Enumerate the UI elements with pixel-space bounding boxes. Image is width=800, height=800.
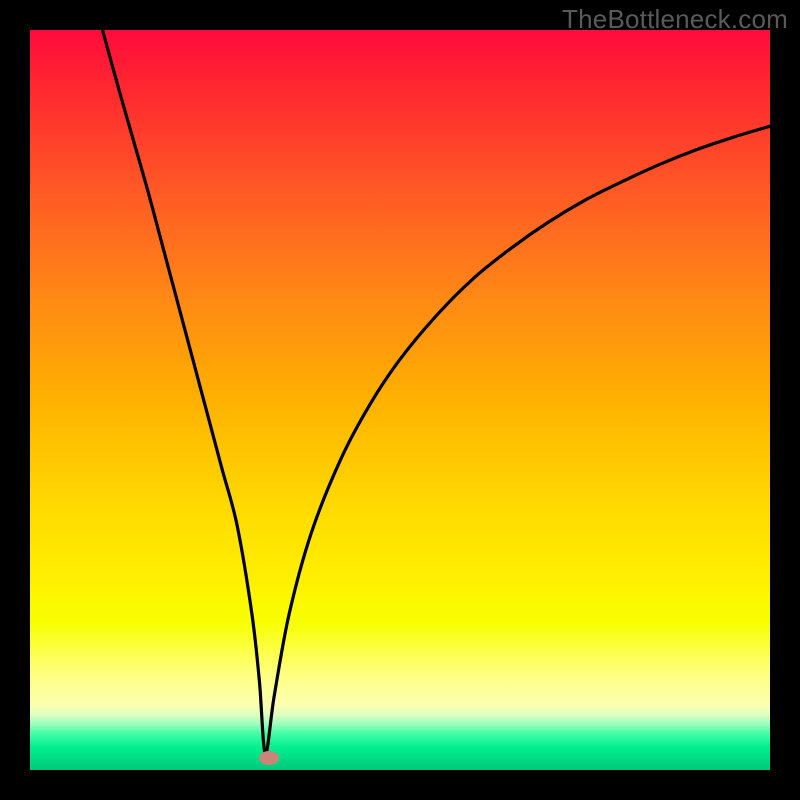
chart-frame: TheBottleneck.com [0,0,800,800]
bottleneck-curve [30,30,770,770]
plot-area [30,30,770,770]
optimum-marker [259,751,279,765]
